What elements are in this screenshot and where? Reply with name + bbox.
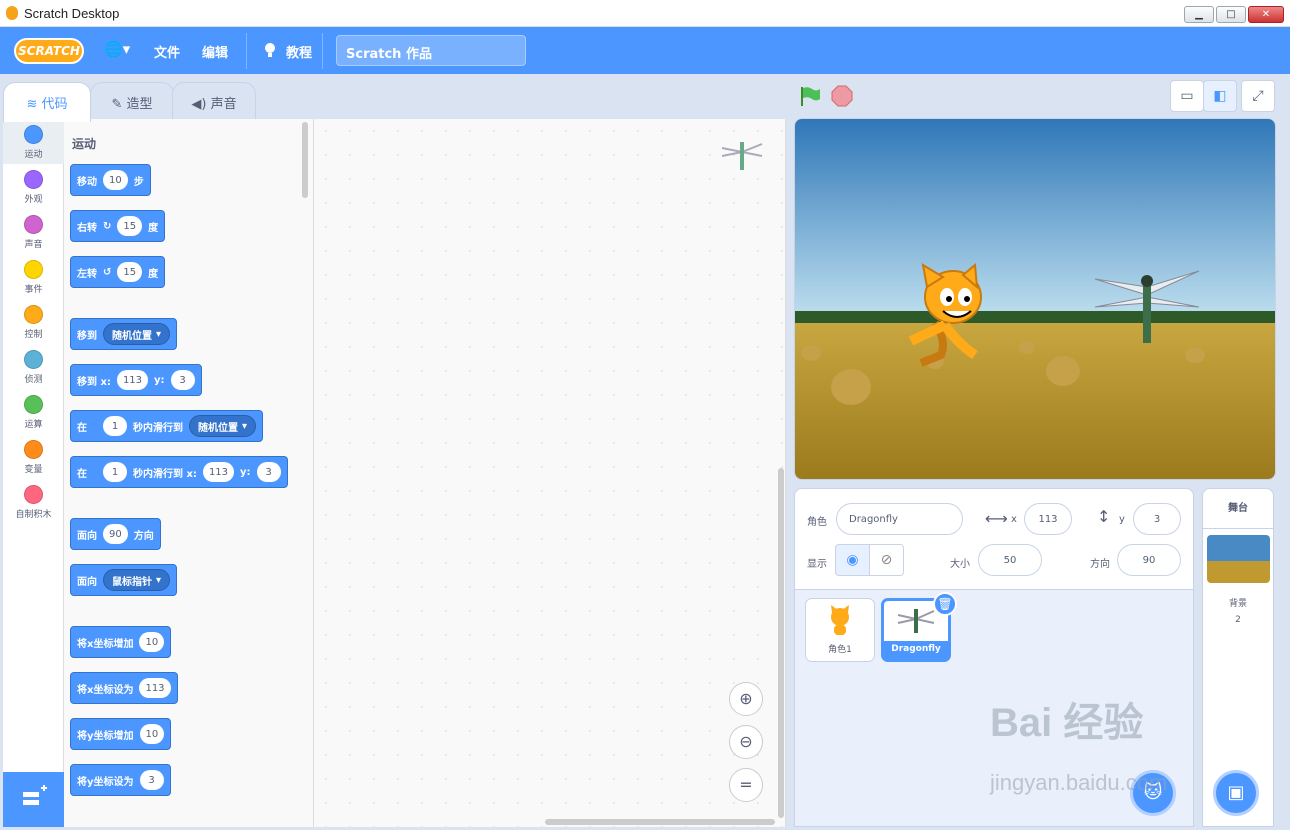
y-position-input[interactable]: 3 (1133, 503, 1181, 535)
add-extension-button[interactable] (3, 772, 64, 827)
window-title: Scratch Desktop (24, 6, 120, 21)
workspace-horizontal-scrollbar[interactable] (545, 819, 775, 825)
language-globe-icon[interactable]: 🌐▾ (104, 40, 130, 58)
workspace-vertical-scrollbar[interactable] (778, 468, 784, 818)
sprite-info-panel: 角色 Dragonfly ⟷ x 113 ↕ y 3 显示 ◉ ⊘ 大小 50 … (794, 488, 1194, 590)
dragonfly-thumbnail-icon (897, 609, 935, 633)
code-icon: ≋ (26, 97, 38, 112)
block-goto[interactable]: 移到 随机位置 ▾ (70, 318, 178, 350)
block-point-direction[interactable]: 面向 90 方向 (70, 518, 161, 550)
show-label: 显示 (807, 559, 827, 570)
block-glide[interactable]: 在 1 秒内滑行到 随机位置 ▾ (70, 410, 264, 442)
delete-sprite-button[interactable]: 🗑 (933, 592, 957, 616)
brush-icon: ✎ (111, 97, 123, 112)
category-operators[interactable]: 运算 (3, 389, 64, 434)
backdrop-thumbnail (1207, 535, 1270, 583)
small-stage-button[interactable]: ▭ (1170, 80, 1204, 112)
stop-icon (831, 85, 853, 107)
block-turn-right[interactable]: 右转 ↻ 15 度 (70, 210, 166, 242)
eye-slash-icon: ⊘ (880, 552, 893, 568)
normal-stage-icon: ◧ (1213, 88, 1227, 104)
category-menu: 运动 外观 声音 事件 控制 侦测 运算 变量 自制积木 (3, 119, 64, 772)
size-label: 大小 (950, 559, 970, 570)
category-motion[interactable]: 运动 (3, 119, 64, 164)
choose-backdrop-button[interactable]: ▣ (1213, 770, 1259, 816)
tab-code[interactable]: ≋ 代码 (3, 82, 91, 122)
trash-icon: 🗑 (937, 597, 953, 611)
green-flag-button[interactable] (798, 84, 822, 111)
hide-sprite-button[interactable]: ⊘ (869, 544, 904, 576)
window-title-bar: Scratch Desktop ▁ □ ✕ (0, 0, 1290, 27)
menu-tutorials[interactable]: 教程 (286, 42, 312, 61)
block-glide-xy[interactable]: 在 1 秒内滑行到 x: 113 y: 3 (70, 456, 288, 488)
normal-stage-button[interactable]: ◧ (1203, 80, 1237, 112)
menu-bar: SCRATCH 🌐▾ 文件 编辑 教程 Scratch 作品 (0, 27, 1290, 74)
category-control[interactable]: 控制 (3, 299, 64, 344)
x-position-input[interactable]: 113 (1024, 503, 1072, 535)
scratch-logo[interactable]: SCRATCH (14, 38, 84, 64)
category-looks[interactable]: 外观 (3, 164, 64, 209)
tab-sounds[interactable]: ◀) 声音 (172, 82, 256, 120)
speaker-icon: ◀) (191, 97, 207, 112)
direction-input[interactable]: 90 (1117, 544, 1181, 576)
block-goto-xy[interactable]: 移到 x: 113 y: 3 (70, 364, 202, 396)
image-add-icon: ▣ (1227, 782, 1245, 803)
zoom-reset-button[interactable]: = (729, 768, 763, 802)
category-sound[interactable]: 声音 (3, 209, 64, 254)
lightbulb-icon (262, 41, 278, 59)
block-set-x[interactable]: 将x坐标设为 113 (70, 672, 178, 704)
palette-scrollbar[interactable] (302, 122, 308, 198)
extension-icon (23, 785, 47, 805)
backdrops-count: 2 (1235, 615, 1241, 625)
block-change-y[interactable]: 将y坐标增加 10 (70, 718, 172, 750)
dropdown-arrow-icon: ▾ (156, 328, 162, 340)
stop-button[interactable] (831, 85, 853, 110)
eye-icon: ◉ (846, 552, 859, 568)
category-events[interactable]: 事件 (3, 254, 64, 299)
show-sprite-button[interactable]: ◉ (835, 544, 870, 576)
fullscreen-button[interactable]: ⤢ (1241, 80, 1275, 112)
watermark-url: jingyan.baidu.com (990, 770, 1168, 795)
stage-title: 舞台 (1203, 489, 1273, 529)
dropdown-arrow-icon: ▾ (156, 574, 162, 586)
small-stage-icon: ▭ (1180, 88, 1194, 104)
block-set-y[interactable]: 将y坐标设为 3 (70, 764, 171, 796)
menu-file[interactable]: 文件 (154, 42, 180, 61)
block-change-x[interactable]: 将x坐标增加 10 (70, 626, 172, 658)
zoom-in-button[interactable]: ⊕ (729, 682, 763, 716)
tab-costumes[interactable]: ✎ 造型 (90, 82, 174, 120)
fullscreen-icon: ⤢ (1252, 88, 1264, 104)
horizontal-arrows-icon: ⟷ (985, 509, 1008, 528)
minimize-button[interactable]: ▁ (1184, 6, 1214, 23)
sprite-name-input[interactable]: Dragonfly (836, 503, 963, 535)
direction-label: 方向 (1090, 559, 1110, 570)
palette-section-title: 运动 (72, 137, 97, 151)
sprite-thumbnail-dragonfly (718, 136, 766, 175)
code-workspace[interactable] (314, 119, 786, 827)
rotate-cw-icon: ↻ (103, 220, 112, 232)
vertical-arrows-icon: ↕ (1097, 507, 1111, 526)
block-turn-left[interactable]: 左转 ↺ 15 度 (70, 256, 166, 288)
zoom-out-button[interactable]: ⊖ (729, 725, 763, 759)
app-icon (6, 6, 18, 20)
menu-edit[interactable]: 编辑 (202, 42, 228, 61)
backdrops-label: 背景 (1228, 599, 1247, 609)
project-title-input[interactable]: Scratch 作品 (336, 35, 526, 66)
green-flag-icon (801, 87, 820, 106)
size-input[interactable]: 50 (978, 544, 1042, 576)
category-variables[interactable]: 变量 (3, 434, 64, 479)
cat-thumbnail-icon (831, 605, 849, 635)
category-sensing[interactable]: 侦测 (3, 344, 64, 389)
maximize-button[interactable]: □ (1216, 6, 1246, 23)
rotate-ccw-icon: ↺ (103, 266, 112, 278)
category-my-blocks[interactable]: 自制积木 (3, 479, 64, 524)
sprite-tile-cat[interactable]: 角色1 (805, 598, 875, 662)
stage-canvas[interactable] (794, 118, 1276, 480)
watermark-logo: Bai 经验 (990, 701, 1144, 745)
block-move-steps[interactable]: 移动 10 步 (70, 164, 151, 196)
close-button[interactable]: ✕ (1248, 6, 1284, 23)
dropdown-arrow-icon: ▾ (242, 420, 248, 432)
sprite-label: 角色 (807, 517, 827, 528)
block-point-towards[interactable]: 面向 鼠标指针 ▾ (70, 564, 178, 596)
